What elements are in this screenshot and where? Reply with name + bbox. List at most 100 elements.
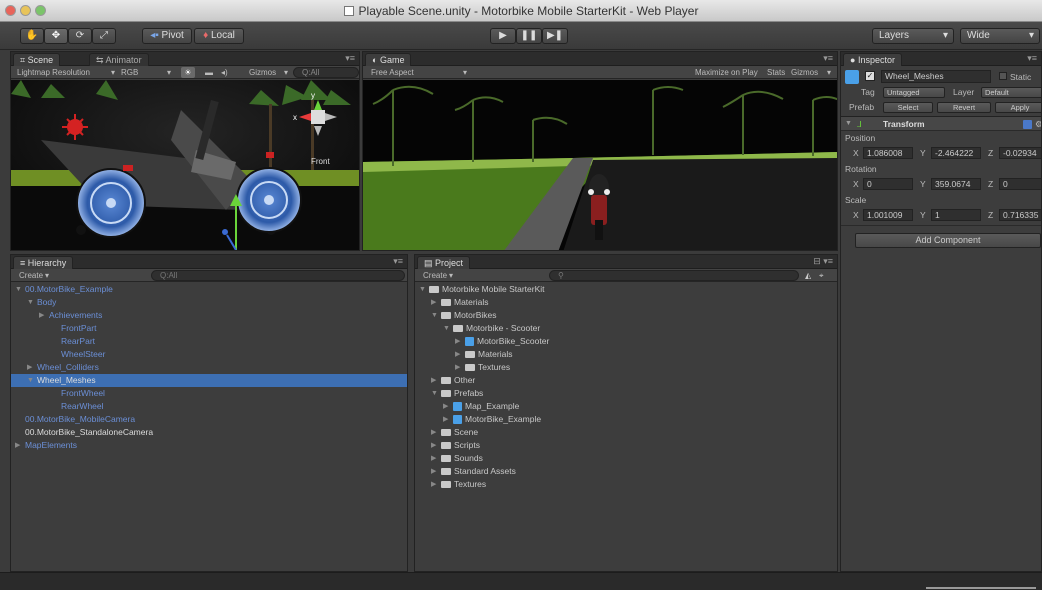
collapsed-arrow-icon[interactable]: ▶ <box>431 478 439 491</box>
tree-row[interactable]: ▶ Scene <box>415 426 837 439</box>
tree-row[interactable]: WheelSteer <box>11 348 407 361</box>
tab-hierarchy[interactable]: ≡ Hierarchy <box>13 256 74 269</box>
collapsed-arrow-icon[interactable]: ▶ <box>431 426 439 439</box>
tree-row[interactable]: RearPart <box>11 335 407 348</box>
collapsed-arrow-icon[interactable]: ▶ <box>455 335 463 348</box>
scale-y-field[interactable]: 1 <box>931 209 981 221</box>
collapsed-arrow-icon[interactable]: ▶ <box>431 465 439 478</box>
tree-row[interactable]: ▶ Sounds <box>415 452 837 465</box>
play-button[interactable]: ▶ <box>490 28 516 44</box>
tree-row[interactable]: 00.MotorBike_MobileCamera <box>11 413 407 426</box>
step-button[interactable]: ▶❚ <box>542 28 568 44</box>
collapsed-arrow-icon[interactable]: ▶ <box>15 439 23 452</box>
aspect-dropdown[interactable]: Free Aspect <box>371 66 414 79</box>
tree-row[interactable]: ▼ Prefabs <box>415 387 837 400</box>
panel-menu-icon[interactable]: ▾≡ <box>393 256 403 267</box>
hierarchy-create-dropdown[interactable]: Create <box>19 269 43 282</box>
project-search-input[interactable]: ⚲ <box>549 270 799 281</box>
rotate-tool-button[interactable]: ⟳ <box>68 28 92 44</box>
tab-inspector[interactable]: ● Inspector <box>843 53 902 66</box>
game-viewport[interactable] <box>363 80 837 250</box>
tree-row[interactable]: ▶ Achievements <box>11 309 407 322</box>
static-checkbox[interactable] <box>999 72 1007 80</box>
rotation-x-field[interactable]: 0 <box>863 178 913 190</box>
panel-menu-icon[interactable]: ▾≡ <box>1027 53 1037 64</box>
maximize-on-play-toggle[interactable]: Maximize on Play <box>695 66 758 79</box>
collapsed-arrow-icon[interactable]: ▶ <box>27 361 35 374</box>
hand-tool-button[interactable]: ✋ <box>20 28 44 44</box>
close-window-button[interactable] <box>5 5 16 16</box>
panel-menu-icon[interactable]: ⊟ ▾≡ <box>813 256 833 267</box>
prefab-apply-button[interactable]: Apply <box>995 102 1041 113</box>
collapsed-arrow-icon[interactable]: ▶ <box>431 452 439 465</box>
stats-toggle[interactable]: Stats <box>767 66 785 79</box>
scene-image-toggle-icon[interactable]: ▬ <box>205 66 213 79</box>
tree-row[interactable]: ▶ Wheel_Colliders <box>11 361 407 374</box>
expanded-arrow-icon[interactable]: ▼ <box>443 322 451 335</box>
tree-row[interactable]: ▶ Textures <box>415 361 837 374</box>
position-y-field[interactable]: -2.464222 <box>931 147 981 159</box>
tab-project[interactable]: ▤ Project <box>417 256 471 269</box>
tree-row[interactable]: ▶ MotorBike_Scooter <box>415 335 837 348</box>
zoom-window-button[interactable] <box>35 5 46 16</box>
expanded-arrow-icon[interactable]: ▼ <box>15 283 23 296</box>
collapsed-arrow-icon[interactable]: ▶ <box>39 309 47 322</box>
game-gizmos-dropdown[interactable]: Gizmos <box>791 66 818 79</box>
tree-row[interactable]: ▶ Other <box>415 374 837 387</box>
tree-row[interactable]: ▶ Scripts <box>415 439 837 452</box>
tab-animator[interactable]: ⇆ Animator <box>89 53 149 66</box>
render-mode-dropdown[interactable]: Lightmap Resolution <box>17 66 90 79</box>
transform-header[interactable]: ▼ ⅃ Transform ⚙ <box>841 116 1041 131</box>
settings-gear-icon[interactable]: ⚙ <box>1035 117 1041 131</box>
collapsed-arrow-icon[interactable]: ▶ <box>455 348 463 361</box>
move-tool-button[interactable]: ✥ <box>44 28 68 44</box>
filter-by-type-icon[interactable]: ◭ <box>805 269 811 282</box>
object-name-field[interactable]: Wheel_Meshes <box>881 70 991 83</box>
active-checkbox[interactable]: ✓ <box>865 71 875 81</box>
local-toggle-button[interactable]: ♦ Local <box>194 28 244 44</box>
tree-row[interactable]: ▶ Textures <box>415 478 837 491</box>
tag-dropdown[interactable]: Untagged <box>883 87 945 98</box>
tab-game[interactable]: ◐ Game <box>365 53 412 66</box>
prefab-revert-button[interactable]: Revert <box>937 102 991 113</box>
scale-x-field[interactable]: 1.001009 <box>863 209 913 221</box>
tree-row[interactable]: ▶ Materials <box>415 296 837 309</box>
minimize-window-button[interactable] <box>20 5 31 16</box>
tree-row[interactable]: ▼ Wheel_Meshes <box>11 374 407 387</box>
panel-menu-icon[interactable]: ▾≡ <box>345 53 355 64</box>
audio-toggle-icon[interactable]: ◂) <box>221 66 228 79</box>
expanded-arrow-icon[interactable]: ▼ <box>431 309 439 322</box>
collapse-arrow-icon[interactable]: ▼ <box>845 117 852 131</box>
tree-row[interactable]: ▶ MapElements <box>11 439 407 452</box>
hierarchy-search-input[interactable]: Q:All <box>151 270 405 281</box>
scene-search-input[interactable]: Q:All <box>293 67 359 78</box>
gizmos-dropdown[interactable]: Gizmos <box>249 66 276 79</box>
scale-z-field[interactable]: 0.716335 <box>999 209 1041 221</box>
tree-row[interactable]: 00.MotorBike_StandaloneCamera <box>11 426 407 439</box>
layout-dropdown[interactable]: Wide ▾ <box>960 28 1040 44</box>
help-book-icon[interactable] <box>1023 120 1032 129</box>
position-z-field[interactable]: -0.02934 <box>999 147 1041 159</box>
tree-row[interactable]: RearWheel <box>11 400 407 413</box>
rotation-y-field[interactable]: 359.0674 <box>931 178 981 190</box>
pivot-toggle-button[interactable]: ◂▪ Pivot <box>142 28 192 44</box>
tree-row[interactable]: ▼ Body <box>11 296 407 309</box>
tab-scene[interactable]: ⌗ Scene <box>13 53 61 66</box>
collapsed-arrow-icon[interactable]: ▶ <box>443 413 451 426</box>
collapsed-arrow-icon[interactable]: ▶ <box>431 374 439 387</box>
tree-row[interactable]: ▼ 00.MotorBike_Example <box>11 283 407 296</box>
expanded-arrow-icon[interactable]: ▼ <box>419 283 427 296</box>
tree-row[interactable]: ▶ MotorBike_Example <box>415 413 837 426</box>
pause-button[interactable]: ❚❚ <box>516 28 542 44</box>
project-create-dropdown[interactable]: Create <box>423 269 447 282</box>
expanded-arrow-icon[interactable]: ▼ <box>431 387 439 400</box>
panel-menu-icon[interactable]: ▾≡ <box>823 53 833 64</box>
tree-row[interactable]: ▶ Materials <box>415 348 837 361</box>
tree-row[interactable]: ▼ Motorbike - Scooter <box>415 322 837 335</box>
layer-dropdown[interactable]: Default <box>981 87 1041 98</box>
position-x-field[interactable]: 1.086008 <box>863 147 913 159</box>
tree-row[interactable]: FrontPart <box>11 322 407 335</box>
color-mode-dropdown[interactable]: RGB <box>121 66 138 79</box>
tree-row[interactable]: ▼ MotorBikes <box>415 309 837 322</box>
collapsed-arrow-icon[interactable]: ▶ <box>431 296 439 309</box>
